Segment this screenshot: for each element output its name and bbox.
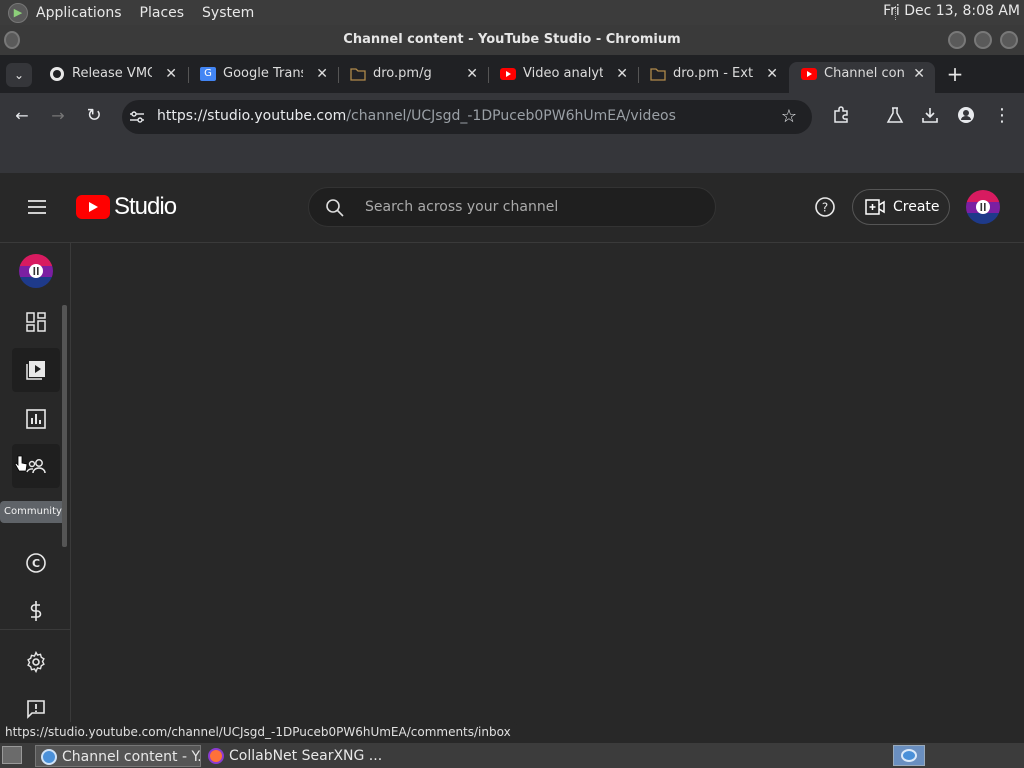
reload-icon[interactable]: ↻	[84, 105, 104, 126]
firefox-icon	[208, 748, 224, 764]
youtube-icon	[500, 67, 516, 81]
minimize-button[interactable]	[948, 31, 966, 49]
window-menu-icon[interactable]	[4, 31, 20, 49]
tab-label: Google Trans	[223, 66, 303, 81]
settings-gear-icon[interactable]	[12, 640, 60, 684]
url-text[interactable]: https://studio.youtube.com/channel/UCJsg…	[157, 108, 676, 124]
tab-label: dro.pm - Extr	[673, 66, 753, 81]
analytics-icon[interactable]	[12, 397, 60, 441]
menu-applications[interactable]: Applications	[36, 5, 122, 21]
browser-toolbar: ← → ↻ https://studio.youtube.com/channel…	[0, 93, 1024, 141]
sidebar-divider	[0, 629, 71, 630]
tab-channel-content[interactable]: Channel cont ✕	[789, 62, 935, 93]
tab-close-icon[interactable]: ✕	[616, 62, 628, 86]
content-icon[interactable]	[12, 348, 60, 392]
task-label: CollabNet SearXNG ...	[229, 748, 383, 764]
youtube-icon	[801, 67, 817, 81]
link-status-bubble: https://studio.youtube.com/channel/UCJsg…	[0, 722, 517, 742]
create-video-icon	[865, 199, 885, 215]
taskbar-item-chromium[interactable]: Channel content - Y...	[35, 745, 201, 767]
svg-text:?: ?	[822, 201, 828, 215]
tab-close-icon[interactable]: ✕	[466, 62, 478, 86]
site-settings-icon[interactable]	[128, 109, 146, 125]
tab-close-icon[interactable]: ✕	[165, 62, 177, 86]
system-panel: ▶ Applications Places System Fri Dec 13,…	[0, 0, 1024, 25]
create-label: Create	[893, 199, 940, 215]
workspace-switcher[interactable]	[893, 745, 925, 766]
clock[interactable]: Fri Dec 13, 8:08 AM	[883, 3, 1020, 19]
window-title: Channel content - YouTube Studio - Chrom…	[343, 32, 681, 47]
copyright-icon[interactable]: C	[12, 541, 60, 585]
extensions-puzzle-icon[interactable]	[830, 106, 852, 128]
tab-label: dro.pm/g	[373, 66, 432, 81]
show-desktop-icon[interactable]	[2, 746, 22, 764]
new-tab-plus-icon[interactable]: +	[944, 63, 966, 87]
community-tooltip: Community	[0, 501, 66, 523]
search-placeholder: Search across your channel	[365, 199, 559, 215]
help-icon[interactable]: ?	[814, 196, 836, 218]
sidebar-scrollbar[interactable]	[62, 305, 67, 547]
back-arrow-icon[interactable]: ←	[12, 106, 32, 125]
studio-wordmark: Studio	[114, 193, 177, 220]
window-titlebar[interactable]: Channel content - YouTube Studio - Chrom…	[0, 25, 1024, 55]
account-avatar[interactable]	[966, 190, 1000, 224]
dashboard-icon[interactable]	[12, 300, 60, 344]
forward-arrow-icon[interactable]: →	[48, 106, 68, 125]
tab-close-icon[interactable]: ✕	[766, 62, 778, 86]
url-host: https://studio.youtube.com	[157, 108, 347, 124]
bookmark-star-icon[interactable]: ☆	[778, 106, 800, 127]
close-window-button[interactable]	[1000, 31, 1018, 49]
hamburger-menu-icon[interactable]	[26, 197, 48, 217]
chromium-icon	[901, 749, 917, 762]
main-content-area	[72, 244, 1024, 741]
labs-flask-icon[interactable]	[884, 106, 906, 128]
tab-dro-pm-g[interactable]: dro.pm/g ✕	[338, 62, 488, 93]
studio-sidebar: Community C	[0, 243, 71, 741]
browser-menu-icon[interactable]: ⋮	[991, 105, 1013, 126]
tab-search-chevron-icon[interactable]: ⌄	[6, 63, 32, 87]
hand-cursor-icon	[14, 455, 28, 473]
github-icon	[49, 67, 65, 81]
download-icon[interactable]	[919, 106, 941, 128]
folder-icon	[650, 67, 666, 81]
url-path: /channel/UCJsgd_-1DPuceb0PW6hUmEA/videos	[346, 108, 676, 124]
tab-label: Video analytic	[523, 66, 603, 81]
folder-icon	[350, 67, 366, 81]
youtube-play-icon	[76, 195, 110, 219]
search-icon[interactable]	[325, 198, 345, 218]
tab-label: Channel cont	[824, 66, 904, 81]
menu-system[interactable]: System	[202, 5, 254, 21]
create-button[interactable]: Create	[852, 189, 950, 225]
studio-header: Studio Search across your channel ? Crea…	[0, 173, 1024, 243]
tab-dro-pm-extract[interactable]: dro.pm - Extr ✕	[638, 62, 788, 93]
tab-release-vmq[interactable]: Release VMQ ✕	[37, 62, 187, 93]
task-label: Channel content - Y...	[62, 749, 201, 765]
profile-icon[interactable]	[955, 106, 977, 128]
taskbar-item-firefox[interactable]: CollabNet SearXNG ...	[203, 745, 383, 767]
earn-dollar-icon[interactable]	[12, 589, 60, 633]
channel-avatar[interactable]	[19, 254, 53, 288]
distro-logo-icon[interactable]: ▶	[8, 2, 28, 23]
tab-video-analytics[interactable]: Video analytic ✕	[488, 62, 638, 93]
address-bar[interactable]: https://studio.youtube.com/channel/UCJsg…	[122, 100, 812, 134]
tab-google-translate[interactable]: G Google Trans ✕	[188, 62, 338, 93]
tab-strip: ⌄ Release VMQ ✕ G Google Trans ✕ dro.pm/…	[0, 55, 1024, 93]
svg-text:C: C	[32, 557, 40, 570]
chromium-icon	[41, 749, 57, 765]
channel-search-bar[interactable]: Search across your channel	[308, 187, 716, 227]
google-translate-icon: G	[200, 67, 216, 81]
tab-close-icon[interactable]: ✕	[913, 62, 925, 86]
tab-close-icon[interactable]: ✕	[316, 62, 328, 86]
taskbar: Channel content - Y... CollabNet SearXNG…	[0, 743, 1024, 768]
youtube-studio-logo[interactable]: Studio	[76, 193, 177, 221]
maximize-button[interactable]	[974, 31, 992, 49]
menu-places[interactable]: Places	[140, 5, 185, 21]
bookmark-bar	[0, 141, 1024, 173]
tab-label: Release VMQ	[72, 66, 152, 81]
